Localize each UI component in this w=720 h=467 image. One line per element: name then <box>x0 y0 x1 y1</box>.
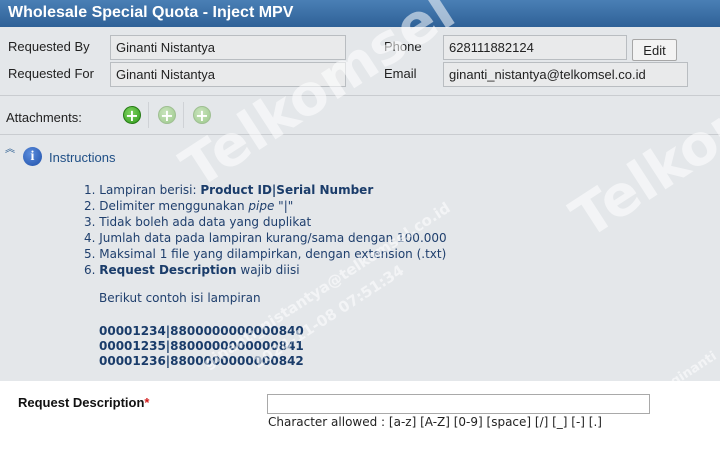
example-line: 00001236|8800000000000842 <box>99 354 304 368</box>
requested-by-field: Ginanti Nistantya <box>110 35 346 60</box>
watermark-user-short: ginanti <box>668 348 720 390</box>
list-item: 4. Jumlah data pada lampiran kurang/sama… <box>84 231 447 245</box>
example-intro: Berikut contoh isi lampiran <box>99 291 261 305</box>
requested-for-field: Ginanti Nistantya <box>110 62 346 87</box>
add-attachment-icon[interactable]: + <box>123 106 141 124</box>
add-attachment-disabled-icon: + <box>193 106 211 124</box>
edit-phone-button[interactable]: Edit <box>632 39 677 61</box>
phone-field: 628111882124 <box>443 35 627 60</box>
toolbar-separator <box>148 102 149 128</box>
request-header-panel: Requested By Ginanti Nistantya Requested… <box>0 0 720 390</box>
list-item: 5. Maksimal 1 file yang dilampirkan, den… <box>84 247 447 261</box>
toolbar-separator <box>183 102 184 128</box>
window-title: Wholesale Special Quota - Inject MPV <box>0 0 720 27</box>
example-lines: 00001234|8800000000000840 00001235|88000… <box>99 324 304 369</box>
email-field: ginanti_nistantya@telkomsel.co.id <box>443 62 688 87</box>
phone-label: Phone <box>384 39 422 54</box>
example-line: 00001235|8800000000000841 <box>99 339 304 353</box>
instructions-list: 1. Lampiran berisi: Product ID|Serial Nu… <box>84 182 504 278</box>
info-icon: i <box>23 147 42 166</box>
list-item: 1. Lampiran berisi: Product ID|Serial Nu… <box>84 183 374 197</box>
requested-for-label: Requested For <box>8 66 94 81</box>
instructions-title[interactable]: Instructions <box>49 150 115 165</box>
request-description-input[interactable] <box>267 394 650 414</box>
collapse-chevron-icon[interactable]: ︽ <box>5 145 15 155</box>
divider <box>0 95 720 96</box>
attachments-label: Attachments: <box>6 110 82 125</box>
required-mark: * <box>144 395 150 410</box>
requested-by-label: Requested By <box>8 39 90 54</box>
add-attachment-disabled-icon: + <box>158 106 176 124</box>
watermark-brand: Telkomsel <box>170 0 467 202</box>
divider <box>0 134 720 135</box>
email-label: Email <box>384 66 417 81</box>
request-description-label: Request Description* <box>18 395 150 410</box>
list-item: 6. Request Description wajib diisi <box>84 263 300 277</box>
list-item: 3. Tidak boleh ada data yang duplikat <box>84 215 312 229</box>
list-item: 2. Delimiter menggunakan pipe "|" <box>84 199 294 213</box>
allowed-characters-hint: Character allowed : [a-z] [A-Z] [0-9] [s… <box>268 415 602 429</box>
example-line: 00001234|8800000000000840 <box>99 324 304 338</box>
